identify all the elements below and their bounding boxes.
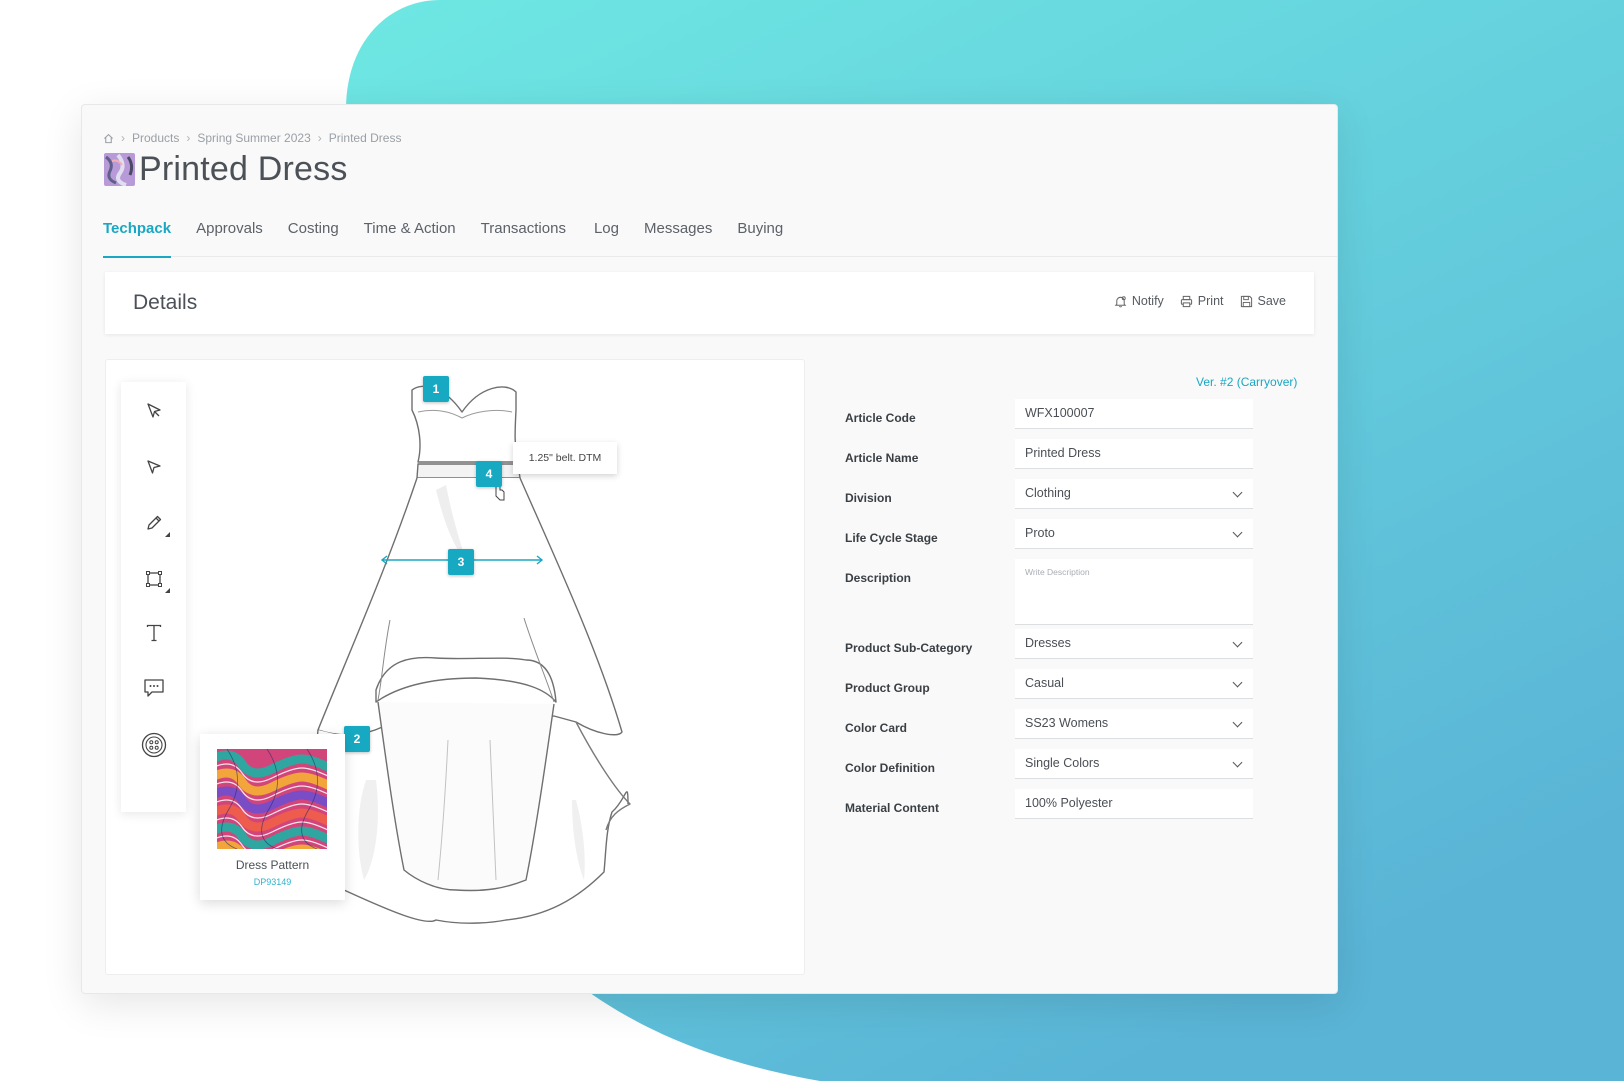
annotation-marker-1[interactable]: 1	[423, 376, 449, 402]
comment-icon	[143, 679, 164, 697]
product-group-label: Product Group	[845, 681, 930, 695]
annotation-marker-4[interactable]: 4	[476, 461, 502, 487]
page-title: Printed Dress	[139, 150, 348, 188]
product-thumbnail	[104, 153, 135, 186]
bell-icon	[1114, 295, 1127, 307]
breadcrumb-products[interactable]: Products	[132, 131, 179, 145]
tab-messages[interactable]: Messages	[644, 219, 712, 257]
annotation-tooltip: 1.25" belt. DTM	[513, 442, 617, 474]
division-select[interactable]: Clothing	[1015, 479, 1253, 509]
form-row-color-definition: Color Definition Single Colors	[845, 749, 1265, 781]
rectangle-tool-button[interactable]	[121, 559, 186, 599]
save-button[interactable]: Save	[1240, 294, 1287, 308]
pencil-icon	[146, 515, 161, 530]
tab-buying[interactable]: Buying	[737, 219, 783, 257]
color-card-label: Color Card	[845, 721, 908, 735]
division-label: Division	[845, 491, 892, 505]
text-icon	[146, 624, 161, 642]
form-row-description: Description Write Description	[845, 559, 1265, 629]
form-row-life-cycle-stage: Life Cycle Stage Proto	[845, 519, 1265, 551]
button-trim-tool-button[interactable]	[121, 725, 186, 765]
material-swatch-card[interactable]: Dress Pattern DP93149	[200, 734, 345, 900]
color-card-select[interactable]: SS23 Womens	[1015, 709, 1253, 739]
button-icon	[141, 732, 166, 758]
form-row-color-card: Color Card SS23 Womens	[845, 709, 1265, 741]
form-row-material-content: Material Content 100% Polyester	[845, 789, 1265, 821]
select-tool-button[interactable]	[121, 391, 186, 431]
tab-techpack[interactable]: Techpack	[103, 219, 172, 258]
details-actions: Notify Print Save	[1098, 294, 1286, 308]
details-title: Details	[133, 291, 198, 314]
life-cycle-stage-label: Life Cycle Stage	[845, 531, 938, 545]
material-content-label: Material Content	[845, 801, 940, 815]
submenu-indicator	[165, 532, 170, 537]
home-icon[interactable]	[103, 133, 114, 144]
tab-bar: Techpack Approvals Costing Time & Action…	[103, 219, 1337, 258]
breadcrumb: › Products › Spring Summer 2023 › Printe…	[103, 131, 401, 145]
text-tool-button[interactable]	[121, 613, 186, 653]
submenu-indicator	[165, 588, 170, 593]
tab-approvals[interactable]: Approvals	[196, 219, 263, 257]
direct-select-icon	[146, 460, 161, 474]
product-sub-category-select[interactable]: Dresses	[1015, 629, 1253, 659]
title-row: Printed Dress	[104, 150, 348, 189]
comment-tool-button[interactable]	[121, 668, 186, 708]
sketch-canvas[interactable]: 1 2 3 4 1.25" belt. DTM Dress Pattern DP…	[105, 359, 805, 975]
print-label: Print	[1197, 294, 1224, 308]
article-code-label: Article Code	[845, 411, 916, 425]
details-header: Details Notify Print Save	[105, 272, 1314, 334]
select-arrow-icon	[146, 403, 161, 418]
annotation-marker-2[interactable]: 2	[344, 726, 370, 752]
breadcrumb-season[interactable]: Spring Summer 2023	[197, 131, 310, 145]
direct-select-tool-button[interactable]	[121, 447, 186, 487]
floppy-disk-icon	[1240, 295, 1252, 307]
product-group-select[interactable]: Casual	[1015, 669, 1253, 699]
drawing-toolbar	[121, 382, 186, 812]
form-row-product-group: Product Group Casual	[845, 669, 1265, 701]
save-label: Save	[1257, 294, 1287, 308]
version-link[interactable]: Ver. #2 (Carryover)	[1196, 375, 1297, 389]
form-row-article-name: Article Name Printed Dress	[845, 439, 1265, 471]
form-row-product-sub-category: Product Sub-Category Dresses	[845, 629, 1265, 661]
pencil-tool-button[interactable]	[121, 503, 186, 543]
rectangle-icon	[145, 571, 162, 587]
color-definition-label: Color Definition	[845, 761, 935, 775]
annotation-marker-3[interactable]: 3	[448, 549, 474, 575]
printer-icon	[1180, 295, 1192, 307]
tab-log[interactable]: Log	[594, 219, 619, 257]
life-cycle-stage-select[interactable]: Proto	[1015, 519, 1253, 549]
breadcrumb-separator: ›	[121, 131, 125, 145]
app-window: › Products › Spring Summer 2023 › Printe…	[81, 104, 1338, 994]
tab-transactions[interactable]: Transactions	[481, 219, 566, 257]
article-name-label: Article Name	[845, 451, 919, 465]
material-content-input[interactable]: 100% Polyester	[1015, 789, 1253, 819]
article-code-input[interactable]: WFX100007	[1015, 399, 1253, 429]
breadcrumb-current: Printed Dress	[328, 131, 402, 145]
tab-time-action[interactable]: Time & Action	[364, 219, 456, 257]
tab-costing[interactable]: Costing	[288, 219, 339, 257]
form-row-article-code: Article Code WFX100007	[845, 399, 1265, 431]
breadcrumb-separator: ›	[317, 131, 322, 145]
product-sub-category-label: Product Sub-Category	[845, 641, 973, 655]
form-row-division: Division Clothing	[845, 479, 1265, 511]
print-button[interactable]: Print	[1180, 294, 1224, 308]
swatch-name: Dress Pattern	[235, 858, 310, 872]
breadcrumb-separator: ›	[186, 131, 191, 145]
notify-button[interactable]: Notify	[1114, 294, 1164, 308]
description-textarea[interactable]: Write Description	[1015, 559, 1253, 625]
article-name-input[interactable]: Printed Dress	[1015, 439, 1253, 469]
description-label: Description	[845, 571, 912, 585]
fabric-swatch-image	[217, 749, 327, 849]
swatch-code-link[interactable]: DP93149	[200, 877, 345, 887]
notify-label: Notify	[1131, 294, 1164, 308]
color-definition-select[interactable]: Single Colors	[1015, 749, 1253, 779]
